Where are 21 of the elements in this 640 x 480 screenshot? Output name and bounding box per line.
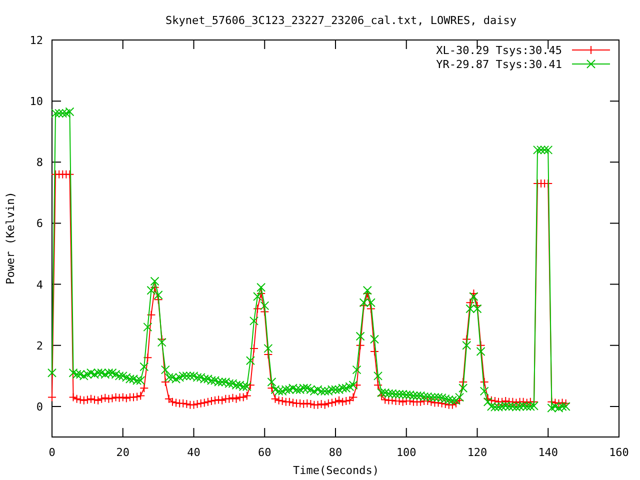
y-tick-label: 6 — [36, 217, 43, 230]
y-axis-label: Power (Kelvin) — [4, 192, 17, 284]
chart-title: Skynet_57606_3C123_23227_23206_cal.txt, LOWRES, daisy — [166, 14, 516, 27]
legend-label: XL-30.29 Tsys:30.45 — [436, 44, 562, 57]
y-tick-label: 12 — [30, 34, 43, 47]
x-axis-label: Time(Seconds) — [292, 464, 380, 477]
x-tick-label: 60 — [258, 446, 272, 459]
x-tick-label: 140 — [538, 446, 558, 459]
x-tick-label: 40 — [187, 446, 200, 459]
y-tick-label: 4 — [36, 278, 43, 292]
x-tick-label: 0 — [48, 446, 56, 459]
y-tick-label: 0 — [36, 400, 43, 414]
x-tick-label: 100 — [396, 446, 416, 459]
x-tick-label: 20 — [116, 446, 130, 459]
y-tick-label: 8 — [36, 156, 43, 170]
y-tick-label: 2 — [36, 339, 43, 352]
legend-label: YR-29.87 Tsys:30.41 — [436, 58, 562, 71]
y-tick-label: 10 — [30, 95, 43, 108]
x-tick-label: 120 — [467, 446, 488, 459]
x-tick-label: 80 — [328, 446, 342, 459]
x-tick-label: 160 — [609, 446, 629, 459]
